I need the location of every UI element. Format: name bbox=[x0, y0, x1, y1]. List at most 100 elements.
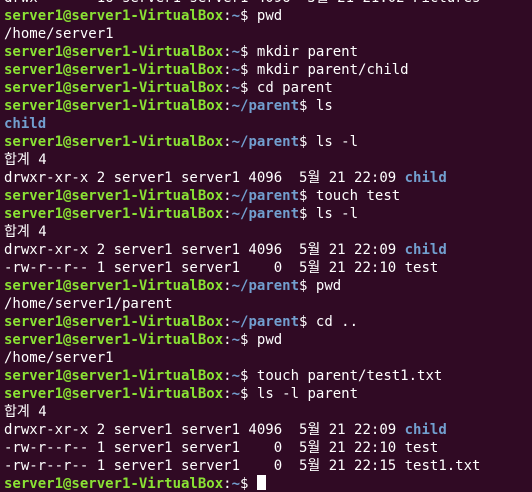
prompt-path: ~ bbox=[231, 476, 241, 492]
prompt-symbol: $ bbox=[299, 278, 316, 294]
output-text: 합계 4 bbox=[4, 224, 47, 240]
prompt-user-host: server1@server1-VirtualBox bbox=[4, 188, 224, 204]
prompt-separator: : bbox=[223, 368, 232, 384]
directory-name: child bbox=[4, 116, 47, 132]
prompt-line: server1@server1-VirtualBox:~/parent$ pwd bbox=[4, 277, 532, 295]
prompt-path: ~ bbox=[231, 80, 241, 96]
output-line: drwx 16 server1 server1 4096 5월 21 21:02… bbox=[4, 0, 532, 7]
prompt-user-host: server1@server1-VirtualBox bbox=[4, 44, 224, 60]
prompt-symbol: $ bbox=[240, 44, 257, 60]
prompt-line: server1@server1-VirtualBox:~$ mkdir pare… bbox=[4, 43, 532, 61]
output-line: child bbox=[4, 115, 532, 133]
prompt-separator: : bbox=[223, 386, 232, 402]
file-name: test bbox=[404, 440, 439, 456]
prompt-symbol: $ bbox=[299, 188, 316, 204]
prompt-path: ~/parent bbox=[231, 188, 300, 204]
prompt-symbol: $ bbox=[240, 386, 257, 402]
terminal-cursor[interactable] bbox=[256, 475, 266, 490]
terminal-output: drwx 16 server1 server1 4096 5월 21 21:02… bbox=[4, 0, 532, 492]
prompt-separator: : bbox=[223, 98, 232, 114]
output-line: -rw-r--r-- 1 server1 server1 0 5월 21 22:… bbox=[4, 259, 532, 277]
prompt-symbol: $ bbox=[240, 62, 257, 78]
prompt-path: ~ bbox=[231, 62, 241, 78]
prompt-symbol: $ bbox=[240, 476, 257, 492]
prompt-path: ~/parent bbox=[231, 278, 300, 294]
prompt-path: ~ bbox=[231, 44, 241, 60]
prompt-symbol: $ bbox=[240, 80, 257, 96]
output-line: 합계 4 bbox=[4, 403, 532, 421]
file-details: drwxr-xr-x 2 server1 server1 4096 5월 21 … bbox=[4, 242, 405, 258]
output-line: 합계 4 bbox=[4, 151, 532, 169]
prompt-line: server1@server1-VirtualBox:~/parent$ ls … bbox=[4, 205, 532, 223]
prompt-path: ~ bbox=[231, 332, 241, 348]
output-line: /home/server1/parent bbox=[4, 295, 532, 313]
prompt-symbol: $ bbox=[299, 206, 316, 222]
prompt-separator: : bbox=[223, 134, 232, 150]
command-text: touch test bbox=[315, 188, 401, 204]
command-text: mkdir parent bbox=[256, 44, 359, 60]
prompt-line: server1@server1-VirtualBox:~$ pwd bbox=[4, 7, 532, 25]
output-line: -rw-r--r-- 1 server1 server1 0 5월 21 22:… bbox=[4, 439, 532, 457]
directory-name: child bbox=[404, 170, 447, 186]
command-text: pwd bbox=[256, 8, 283, 24]
prompt-path: ~/parent bbox=[231, 314, 300, 330]
prompt-path: ~/parent bbox=[231, 206, 300, 222]
prompt-separator: : bbox=[223, 278, 232, 294]
prompt-symbol: $ bbox=[299, 314, 316, 330]
prompt-user-host: server1@server1-VirtualBox bbox=[4, 8, 224, 24]
prompt-separator: : bbox=[223, 62, 232, 78]
command-text: ls -l bbox=[315, 206, 359, 222]
output-line: drwxr-xr-x 2 server1 server1 4096 5월 21 … bbox=[4, 421, 532, 439]
directory-name: child bbox=[404, 242, 447, 258]
output-line: drwxr-xr-x 2 server1 server1 4096 5월 21 … bbox=[4, 241, 532, 259]
prompt-separator: : bbox=[223, 332, 232, 348]
directory-name: child bbox=[404, 422, 447, 438]
prompt-path: ~ bbox=[231, 368, 241, 384]
prompt-separator: : bbox=[223, 80, 232, 96]
prompt-symbol: $ bbox=[299, 98, 316, 114]
prompt-line: server1@server1-VirtualBox:~/parent$ ls … bbox=[4, 133, 532, 151]
prompt-user-host: server1@server1-VirtualBox bbox=[4, 476, 224, 492]
output-line: /home/server1 bbox=[4, 349, 532, 367]
output-text: 합계 4 bbox=[4, 152, 47, 168]
output-line: 합계 4 bbox=[4, 223, 532, 241]
output-line: -rw-r--r-- 1 server1 server1 0 5월 21 22:… bbox=[4, 457, 532, 475]
prompt-user-host: server1@server1-VirtualBox bbox=[4, 134, 224, 150]
prompt-user-host: server1@server1-VirtualBox bbox=[4, 98, 224, 114]
prompt-user-host: server1@server1-VirtualBox bbox=[4, 278, 224, 294]
prompt-path: ~/parent bbox=[231, 134, 300, 150]
prompt-symbol: $ bbox=[240, 8, 257, 24]
prompt-line: server1@server1-VirtualBox:~/parent$ tou… bbox=[4, 187, 532, 205]
prompt-separator: : bbox=[223, 188, 232, 204]
prompt-path: ~ bbox=[231, 8, 241, 24]
prompt-separator: : bbox=[223, 314, 232, 330]
prompt-symbol: $ bbox=[240, 368, 257, 384]
output-text: /home/server1 bbox=[4, 26, 114, 42]
command-text: cd parent bbox=[256, 80, 333, 96]
prompt-user-host: server1@server1-VirtualBox bbox=[4, 206, 224, 222]
command-text: touch parent/test1.txt bbox=[256, 368, 443, 384]
file-details: -rw-r--r-- 1 server1 server1 0 5월 21 22:… bbox=[4, 440, 405, 456]
command-text: mkdir parent/child bbox=[256, 62, 409, 78]
prompt-user-host: server1@server1-VirtualBox bbox=[4, 386, 224, 402]
file-details: -rw-r--r-- 1 server1 server1 0 5월 21 22:… bbox=[4, 458, 405, 474]
prompt-symbol: $ bbox=[240, 332, 257, 348]
prompt-user-host: server1@server1-VirtualBox bbox=[4, 80, 224, 96]
file-name: test1.txt bbox=[404, 458, 481, 474]
prompt-separator: : bbox=[223, 8, 232, 24]
prompt-symbol: $ bbox=[299, 134, 316, 150]
output-text: drwx 16 server1 server1 4096 5월 21 21:02… bbox=[4, 0, 480, 6]
prompt-user-host: server1@server1-VirtualBox bbox=[4, 62, 224, 78]
prompt-path: ~ bbox=[231, 386, 241, 402]
file-details: drwxr-xr-x 2 server1 server1 4096 5월 21 … bbox=[4, 170, 405, 186]
prompt-line: server1@server1-VirtualBox:~$ cd parent bbox=[4, 79, 532, 97]
prompt-line: server1@server1-VirtualBox:~$ bbox=[4, 475, 532, 492]
terminal-window[interactable]: drwx 16 server1 server1 4096 5월 21 21:02… bbox=[0, 0, 532, 492]
prompt-user-host: server1@server1-VirtualBox bbox=[4, 332, 224, 348]
file-details: -rw-r--r-- 1 server1 server1 0 5월 21 22:… bbox=[4, 260, 405, 276]
prompt-separator: : bbox=[223, 206, 232, 222]
command-text: ls -l bbox=[315, 134, 359, 150]
prompt-user-host: server1@server1-VirtualBox bbox=[4, 368, 224, 384]
output-text: /home/server1/parent bbox=[4, 296, 173, 312]
prompt-line: server1@server1-VirtualBox:~/parent$ cd … bbox=[4, 313, 532, 331]
